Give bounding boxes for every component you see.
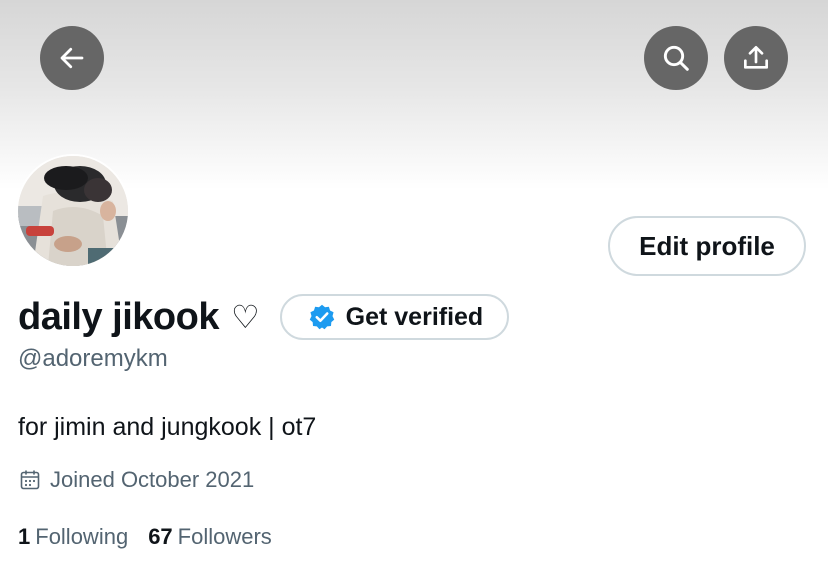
arrow-left-icon <box>60 47 84 69</box>
search-icon <box>663 45 689 71</box>
following-label: Following <box>35 524 129 549</box>
get-verified-label: Get verified <box>345 302 484 331</box>
bio: for jimin and jungkook | ot7 <box>18 413 317 441</box>
name-heart: ♡ <box>230 298 260 336</box>
profile-banner[interactable] <box>0 0 828 190</box>
verified-badge-icon <box>309 304 334 330</box>
name-row: daily jikook ♡ Get verified <box>18 292 510 342</box>
joined-label: Joined October 2021 <box>50 467 255 492</box>
share-button[interactable] <box>724 26 788 90</box>
avatar[interactable] <box>18 156 128 266</box>
calendar-icon <box>20 470 40 490</box>
joined-date: Joined October 2021 <box>18 465 254 495</box>
edit-profile-button[interactable]: Edit profile <box>608 216 806 276</box>
avatar-photo <box>18 156 128 266</box>
search-button[interactable] <box>644 26 708 90</box>
get-verified-button[interactable]: Get verified <box>279 294 510 340</box>
follow-stats: 1 Following 67 Followers <box>18 522 272 552</box>
followers-label: Followers <box>177 524 272 549</box>
back-button[interactable] <box>40 26 104 90</box>
followers-count: 67 <box>148 524 173 549</box>
display-name: daily jikook <box>18 295 219 338</box>
followers-link[interactable]: 67 Followers <box>148 524 272 550</box>
share-upload-icon <box>744 46 768 69</box>
following-link[interactable]: 1 Following <box>18 524 128 550</box>
following-count: 1 <box>18 524 31 549</box>
user-handle: @adoremykm <box>18 345 168 372</box>
